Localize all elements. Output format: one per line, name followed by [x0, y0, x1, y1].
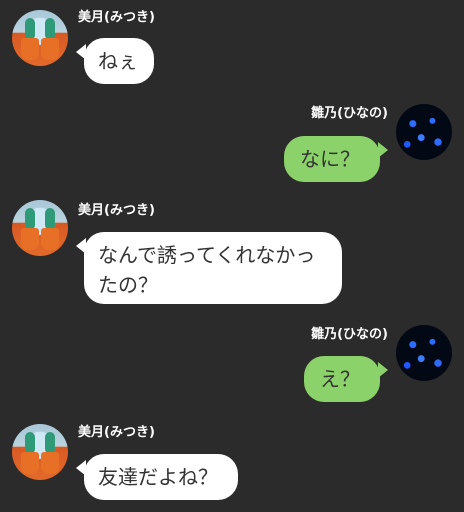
pot-icon — [41, 452, 59, 474]
plant-icon — [45, 18, 55, 40]
avatar-mizuki[interactable] — [12, 424, 68, 480]
message-text: なに？ — [300, 147, 360, 171]
plant-icon — [25, 18, 35, 40]
message-bubble[interactable]: なに？ — [284, 136, 388, 182]
plant-icon — [45, 432, 55, 454]
message-bubble[interactable]: え？ — [304, 356, 388, 402]
pot-icon — [41, 228, 59, 250]
pot-icon — [21, 38, 39, 60]
plant-icon — [45, 208, 55, 230]
message-bubble[interactable]: 友達だよね？ — [76, 454, 238, 500]
plant-icon — [25, 432, 35, 454]
message-text: 友達だよね？ — [98, 465, 218, 489]
message-text: ねぇ — [98, 49, 138, 73]
avatar-mizuki[interactable] — [12, 10, 68, 66]
message-text: え？ — [320, 367, 360, 391]
pot-icon — [21, 228, 39, 250]
sender-name: 雛乃(ひなの) — [311, 106, 388, 121]
avatar-hinano[interactable] — [396, 325, 452, 381]
sender-name: 雛乃(ひなの) — [311, 327, 388, 342]
message-text: なんで誘ってくれなかったの？ — [98, 243, 316, 297]
sender-name: 美月(みつき) — [78, 10, 155, 25]
avatar-mizuki[interactable] — [12, 200, 68, 256]
pot-icon — [41, 38, 59, 60]
sender-name: 美月(みつき) — [78, 203, 155, 218]
avatar-hinano[interactable] — [396, 104, 452, 160]
chat-area: 美月(みつき) ねぇ 雛乃(ひなの) なに？ 美月(みつき) なんで誘ってくれな… — [0, 0, 464, 512]
message-bubble[interactable]: なんで誘ってくれなかったの？ — [76, 232, 342, 304]
pot-icon — [21, 452, 39, 474]
message-bubble[interactable]: ねぇ — [76, 38, 154, 84]
plant-icon — [25, 208, 35, 230]
sender-name: 美月(みつき) — [78, 425, 155, 440]
